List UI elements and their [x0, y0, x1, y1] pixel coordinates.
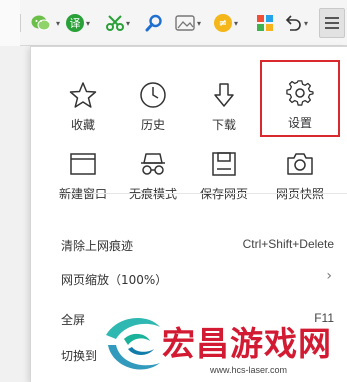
clear-traces-item[interactable]: 清除上网痕迹 Ctrl+Shift+Delete — [31, 227, 347, 261]
new-window-item[interactable]: 新建窗口 — [47, 140, 119, 210]
apps-button[interactable] — [257, 13, 273, 33]
settings-item[interactable]: 设置 — [260, 60, 340, 137]
clean-icon: ≠ — [214, 14, 232, 32]
hamburger-menu-icon — [325, 17, 339, 29]
screenshot-scissors-button[interactable]: ▾ — [106, 13, 130, 33]
watermark-logo-icon — [106, 317, 160, 370]
history-label: 历史 — [140, 118, 165, 132]
zoom-item[interactable]: 网页缩放（100%） › — [31, 261, 347, 295]
watermark: 宏昌游戏网 www.hcs-laser.com — [100, 305, 347, 382]
apps-grid-icon — [257, 15, 273, 31]
settings-label: 设置 — [287, 116, 312, 130]
wechat-icon — [31, 15, 51, 31]
translate-button[interactable]: 译 ▾ — [66, 13, 90, 33]
switch-to-label: 切换到 — [61, 349, 98, 363]
undo-icon — [285, 15, 301, 31]
clear-traces-shortcut: Ctrl+Shift+Delete — [242, 237, 334, 251]
toolbar-divider — [20, 14, 21, 32]
gear-icon — [286, 80, 314, 106]
incognito-item[interactable]: 无痕模式 — [117, 140, 189, 210]
window-icon — [70, 153, 96, 175]
watermark-title: 宏昌游戏网 — [162, 324, 332, 363]
camera-icon — [287, 153, 313, 175]
watermark-url: www.hcs-laser.com — [210, 365, 288, 375]
main-menu-button[interactable] — [319, 8, 345, 38]
clock-icon — [140, 82, 166, 108]
address-bar-edge[interactable] — [0, 0, 20, 46]
save-disk-icon — [212, 152, 236, 176]
screenshot-icon — [175, 15, 195, 31]
wechat-button[interactable] — [31, 13, 51, 33]
download-label: 下载 — [211, 118, 236, 132]
wechat-caret[interactable]: ▾ — [54, 13, 60, 33]
image-tool-button[interactable]: ▾ — [175, 13, 201, 33]
translate-label: 译 — [69, 17, 81, 30]
incognito-glasses-icon — [141, 153, 165, 175]
search-button[interactable] — [145, 13, 163, 33]
chevron-right-icon: › — [326, 268, 332, 284]
zoom-label: 网页缩放（100%） — [61, 273, 168, 287]
clear-traces-label: 清除上网痕迹 — [61, 239, 134, 253]
snapshot-item[interactable]: 网页快照 — [264, 140, 336, 210]
star-icon — [69, 82, 97, 108]
favorites-item[interactable]: 收藏 — [47, 71, 119, 141]
menu-divider — [59, 193, 347, 194]
fullscreen-label: 全屏 — [61, 313, 86, 327]
translate-icon: 译 — [66, 14, 84, 32]
browser-toolbar: ▾ 译 ▾ ▾ ▾ ≠ ▾ ▾ — [0, 0, 347, 46]
history-item[interactable]: 历史 — [117, 71, 189, 141]
clean-button[interactable]: ≠ ▾ — [214, 13, 238, 33]
favorites-label: 收藏 — [70, 118, 95, 132]
save-page-item[interactable]: 保存网页 — [188, 140, 260, 210]
undo-button[interactable]: ▾ — [284, 13, 308, 33]
download-item[interactable]: 下载 — [188, 71, 260, 141]
scissors-icon — [106, 15, 124, 31]
download-arrow-icon — [214, 83, 234, 107]
search-icon — [145, 14, 162, 32]
